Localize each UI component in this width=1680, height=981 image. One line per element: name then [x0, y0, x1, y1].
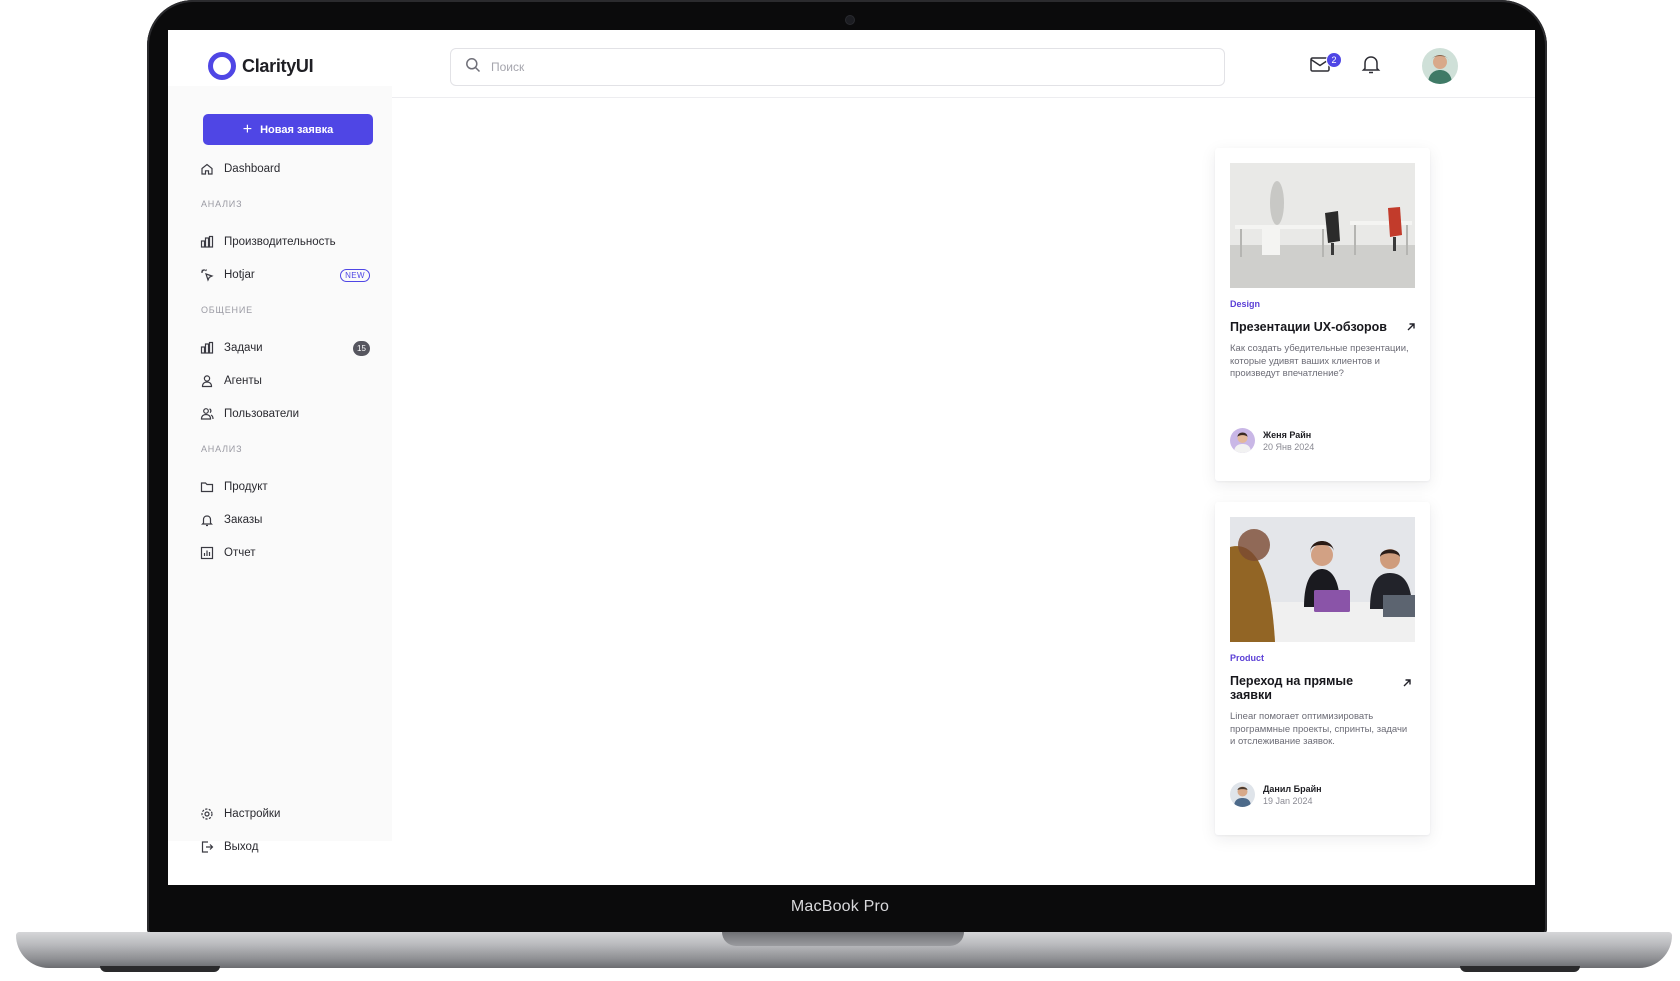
app-screen: ClarityUI + Новая заявка Dashboard Анали… — [168, 30, 1535, 885]
sidebar-item-label: Продукт — [224, 481, 268, 493]
sidebar-item-orders[interactable]: Заказы — [200, 508, 370, 532]
author-name: Женя Райн — [1263, 429, 1312, 440]
notifications-button[interactable] — [1359, 52, 1385, 78]
sidebar-item-users[interactable]: Пользователи — [200, 402, 370, 426]
device-label: MacBook Pro — [790, 898, 890, 915]
external-link-arrow-icon[interactable] — [1405, 320, 1417, 332]
sidebar-item-label: Настройки — [224, 808, 281, 820]
card-description: Linear помогает оптимизировать программн… — [1230, 711, 1408, 747]
search-box[interactable] — [450, 48, 1225, 86]
plus-icon: + — [242, 120, 253, 138]
sidebar-item-product[interactable]: Продукт — [200, 475, 370, 499]
tasks-count-badge: 15 — [353, 340, 370, 356]
author-avatar — [1230, 782, 1255, 807]
pointer-click-icon — [200, 268, 214, 282]
office-photo — [1230, 163, 1415, 288]
card-author: Данил Брайн 19 Jan 2024 — [1230, 782, 1322, 807]
sidebar-item-agents[interactable]: Агенты — [200, 369, 370, 393]
laptop-foot — [1460, 966, 1580, 972]
sidebar-item-tasks[interactable]: Задачи 15 — [200, 336, 370, 360]
report-icon — [200, 546, 214, 560]
bell-icon — [200, 513, 214, 527]
folder-icon — [200, 480, 214, 494]
sidebar-item-label: Производительность — [224, 236, 336, 248]
logout-icon — [200, 840, 214, 854]
sidebar-item-settings[interactable]: Настройки — [200, 802, 370, 826]
user-icon — [200, 374, 214, 388]
sidebar-item-label: Отчет — [224, 547, 256, 559]
home-icon — [200, 162, 214, 176]
new-request-label: Новая заявка — [260, 123, 334, 136]
sidebar-item-label: Dashboard — [224, 163, 281, 175]
laptop-foot — [100, 966, 220, 972]
card-description: Как создать убедительные презентации, ко… — [1230, 343, 1409, 379]
card-title: Переход на прямые заявки — [1230, 674, 1354, 702]
section-label-communication: Общение — [201, 305, 253, 315]
laptop-notch — [722, 932, 964, 946]
sidebar-item-label: Пользователи — [224, 408, 300, 420]
users-icon — [200, 407, 214, 421]
card-title: Презентации UX-обзоров — [1230, 320, 1387, 334]
bar-chart-icon — [200, 341, 214, 355]
section-label-analysis: Анализ — [201, 199, 243, 209]
sidebar-item-report[interactable]: Отчет — [200, 541, 370, 565]
bar-chart-icon — [200, 235, 214, 249]
sidebar-item-performance[interactable]: Производительность — [200, 230, 370, 254]
card-category: Product — [1230, 653, 1265, 663]
post-date: 19 Jan 2024 — [1263, 795, 1313, 806]
search-icon — [465, 57, 481, 78]
camera-dot — [846, 16, 854, 24]
post-date: 20 Янв 2024 — [1263, 441, 1315, 452]
logo-ring-icon — [208, 52, 236, 80]
sidebar-item-label: Заказы — [224, 514, 263, 526]
article-card[interactable]: Design Презентации UX-обзоров Как создат… — [1215, 148, 1430, 481]
sidebar-item-label: Задачи — [224, 342, 263, 354]
new-request-button[interactable]: + Новая заявка — [203, 114, 373, 145]
author-avatar — [1230, 428, 1255, 453]
bell-icon — [1359, 56, 1383, 80]
author-name: Данил Брайн — [1263, 783, 1322, 794]
mail-count-badge: 2 — [1326, 52, 1342, 68]
sidebar-item-dashboard[interactable]: Dashboard — [200, 157, 370, 181]
app-logo[interactable]: ClarityUI — [208, 52, 314, 80]
sidebar-item-label: Hotjar — [224, 269, 255, 281]
card-author: Женя Райн 20 Янв 2024 — [1230, 428, 1314, 453]
card-category: Design — [1230, 299, 1261, 309]
article-card[interactable]: Product Переход на прямые заявки Linear … — [1215, 502, 1430, 835]
laptop-mockup: ClarityUI + Новая заявка Dashboard Анали… — [0, 0, 1680, 981]
gear-icon — [200, 807, 214, 821]
sidebar-item-label: Агенты — [224, 375, 262, 387]
external-link-arrow-icon[interactable] — [1401, 676, 1413, 688]
sidebar-item-hotjar[interactable]: Hotjar NEW — [200, 263, 370, 287]
new-badge: NEW — [340, 268, 370, 282]
sidebar-item-logout[interactable]: Выход — [200, 835, 370, 859]
sidebar-item-label: Выход — [224, 841, 259, 853]
search-input[interactable] — [491, 60, 1191, 74]
app-name: ClarityUI — [242, 55, 314, 76]
team-photo — [1230, 517, 1415, 642]
user-avatar[interactable] — [1422, 48, 1458, 84]
section-label-analysis-2: Анализ — [201, 444, 243, 454]
